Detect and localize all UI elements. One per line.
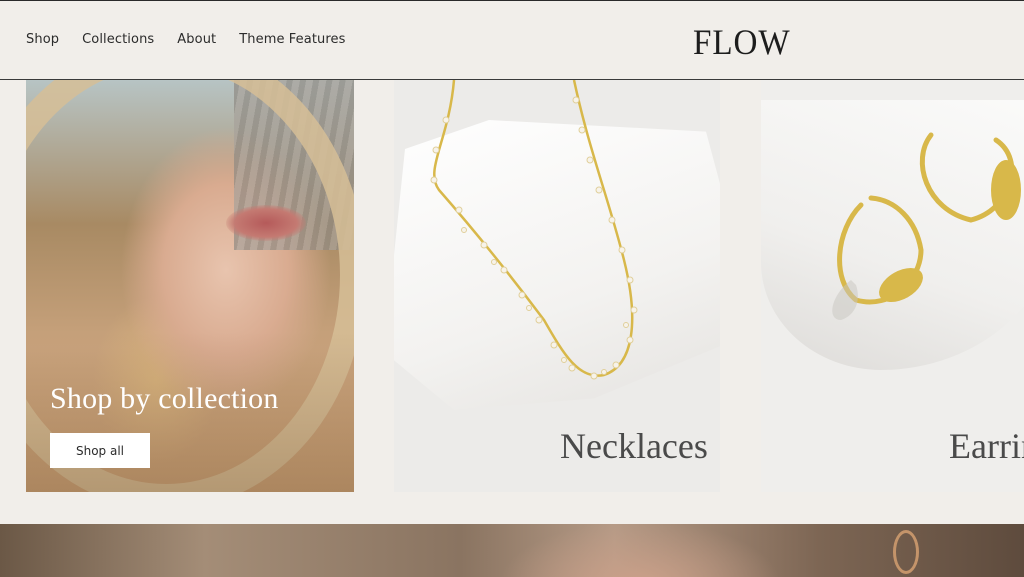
hero-banner-image <box>0 524 1024 577</box>
card-heading: Shop by collection <box>50 382 279 415</box>
nav-about[interactable]: About <box>177 32 216 47</box>
page: Shop Collections About Theme Features FL… <box>0 0 1024 577</box>
collection-title-necklaces: Necklaces <box>560 426 708 466</box>
shop-all-button[interactable]: Shop all <box>50 433 150 468</box>
earring-detail <box>893 530 919 574</box>
nav-theme-features[interactable]: Theme Features <box>239 32 345 47</box>
main-nav: Shop Collections About Theme Features <box>26 32 346 47</box>
nav-collections[interactable]: Collections <box>82 32 154 47</box>
nav-shop[interactable]: Shop <box>26 32 59 47</box>
collection-card-necklaces[interactable]: Necklaces <box>394 80 720 492</box>
collection-card-featured[interactable]: Shop by collection Shop all <box>26 80 354 492</box>
collection-title-earrings: Earrin <box>949 426 1024 466</box>
collection-card-earrings[interactable]: Earrin <box>761 80 1024 492</box>
site-logo[interactable]: FLOW <box>693 21 791 63</box>
site-header: Shop Collections About Theme Features FL… <box>0 0 1024 80</box>
